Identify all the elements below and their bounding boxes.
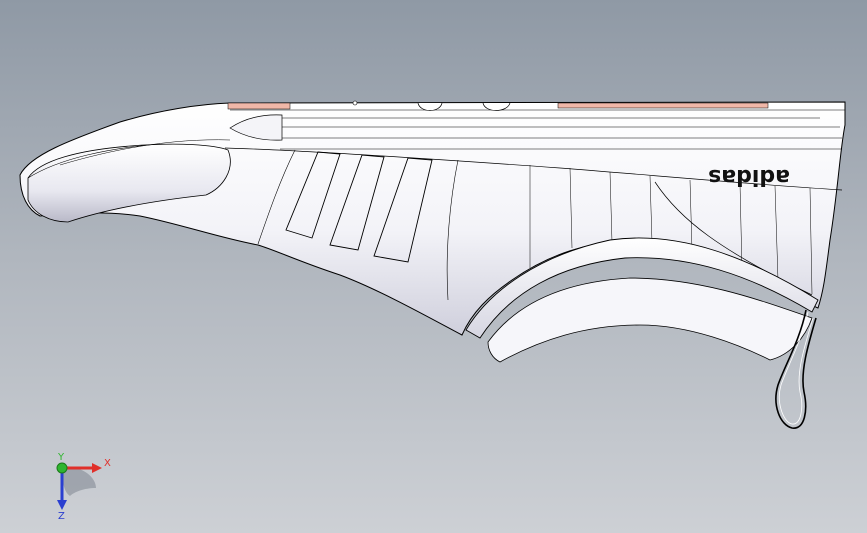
y-axis-label: Y — [57, 452, 65, 463]
z-axis-label: Z — [58, 511, 65, 522]
x-axis-arrow — [92, 463, 102, 473]
cad-viewport[interactable]: adidas X Y Z — [0, 0, 867, 533]
z-axis-arrow — [57, 500, 67, 510]
x-axis-label: X — [104, 458, 111, 469]
svg-text:adidas: adidas — [708, 164, 790, 189]
eyelet-dot — [352, 100, 358, 106]
brand-logo: adidas — [708, 164, 790, 189]
top-strip-right — [557, 102, 769, 109]
heel-cup — [487, 277, 813, 363]
top-strip-left — [227, 102, 291, 110]
orientation-triad: X Y Z — [44, 452, 124, 522]
shoe-3d-model[interactable]: adidas — [0, 0, 867, 533]
y-axis — [56, 462, 68, 474]
